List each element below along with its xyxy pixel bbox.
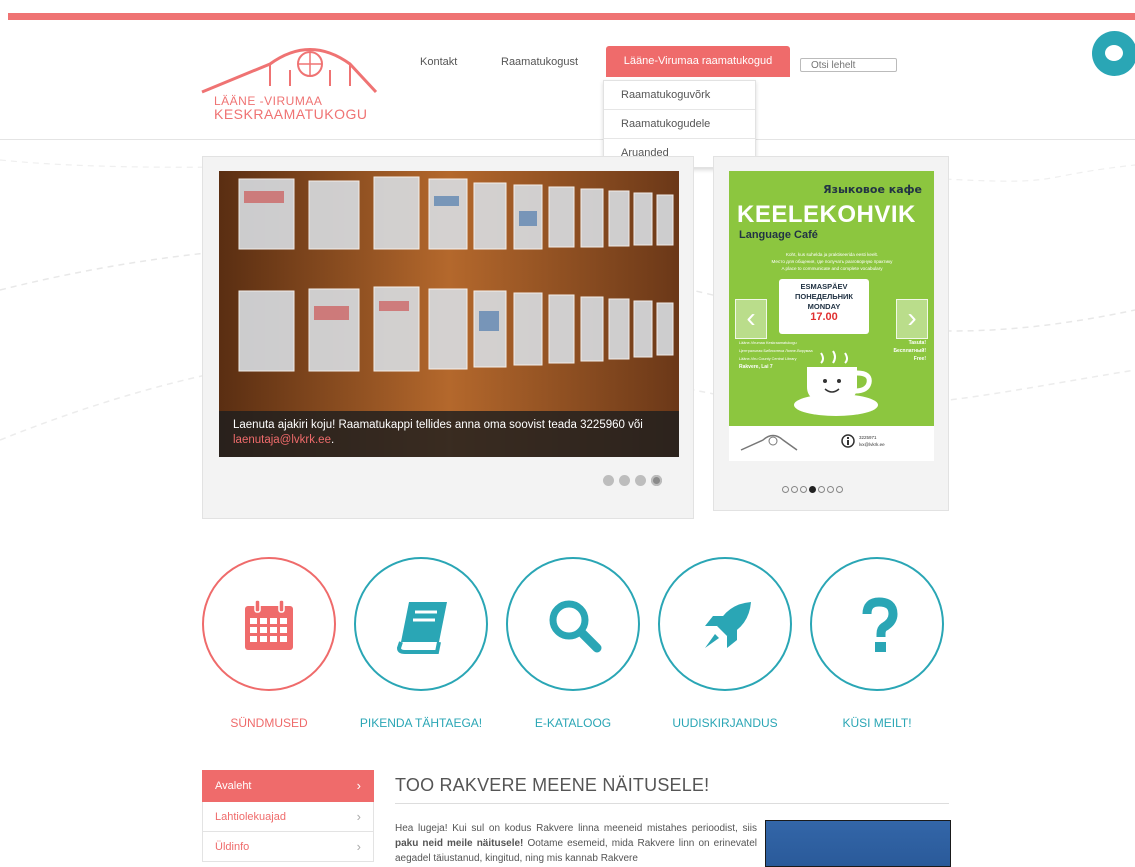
poster-time: 17.00: [810, 311, 838, 323]
slider-dot[interactable]: [818, 486, 825, 493]
label-ekataloog[interactable]: E-KATALOOG: [493, 716, 653, 730]
sidemenu-label: Üldinfo: [215, 841, 250, 853]
caption-text: Laenuta ajakiri koju! Raamatukappi telli…: [233, 419, 643, 431]
header-divider: [0, 139, 1135, 140]
slider-dot[interactable]: [603, 475, 614, 486]
poster-logo-icon: [740, 434, 798, 451]
sidemenu-label: Lahtiolekuajad: [215, 811, 286, 823]
poster-footer: 3225971 lvx@lvkrk.ee: [729, 426, 934, 461]
poster-line1: Koht, kus suhelda ja praktiseerida eesti…: [785, 252, 879, 257]
circle-kusi-meilt[interactable]: [810, 557, 944, 691]
slider-dot[interactable]: [836, 486, 843, 493]
search-icon: [549, 600, 602, 653]
info-icon: [841, 434, 855, 448]
poster-left1: Lääne-Virumaa Keskraamatukogu: [739, 341, 797, 345]
slide-caption: Laenuta ajakiri koju! Raamatukappi telli…: [219, 411, 679, 457]
nav-laane-virumaa-raamatukogud[interactable]: Lääne-Virumaa raamatukogud: [606, 46, 790, 77]
rocket-icon: [705, 602, 751, 648]
article-divider: [395, 803, 949, 804]
poster-title: KEELEKOHVIK: [737, 201, 916, 228]
circle-pikenda[interactable]: [354, 557, 488, 691]
poster-free1: Tasuta!: [908, 340, 926, 346]
circle-sundmused[interactable]: [202, 557, 336, 691]
main-slider-pagination: [603, 473, 667, 491]
library-logo[interactable]: LÄÄNE -VIRUMAA KESKRAAMATUKOGU: [200, 40, 380, 122]
dropdown-item-raamatukogudele[interactable]: Raamatukogudele: [604, 110, 755, 139]
magazine-shelf-image[interactable]: Laenuta ajakiri koju! Raamatukappi telli…: [219, 171, 679, 457]
poster-email: lvx@lvkrk.ee: [859, 442, 885, 447]
book-icon: [396, 602, 447, 654]
sidemenu-label: Avaleht: [215, 780, 252, 792]
nav-kontakt[interactable]: Kontakt: [420, 56, 457, 68]
main-image-slider: Laenuta ajakiri koju! Raamatukappi telli…: [202, 156, 694, 519]
caption-email-link[interactable]: laenutaja@lvkrk.ee: [233, 434, 331, 446]
poster-free-info: Tasuta! Бесплатный! Free!: [893, 339, 926, 363]
chevron-right-icon: ›: [356, 839, 361, 854]
slider-dot[interactable]: [791, 486, 798, 493]
slider-dot-active[interactable]: [809, 486, 816, 493]
circle-uudiskirjandus[interactable]: [658, 557, 792, 691]
article-text-1: Hea lugeja! Kui sul on kodus Rakvere lin…: [395, 823, 757, 834]
poster-ru-title: Языковое кафе: [823, 183, 922, 196]
circle-ekataloog[interactable]: [506, 557, 640, 691]
question-mark-icon: [862, 597, 898, 652]
search-input[interactable]: [800, 58, 897, 72]
nav-dropdown-menu: Raamatukoguvõrk Raamatukogudele Aruanded: [603, 80, 756, 168]
slider-next-arrow[interactable]: ›: [896, 299, 928, 339]
slider-dot[interactable]: [800, 486, 807, 493]
label-kusi-meilt[interactable]: KÜSI MEILT!: [797, 716, 957, 730]
label-sundmused[interactable]: SÜNDMUSED: [189, 716, 349, 730]
article-body: Hea lugeja! Kui sul on kodus Rakvere lin…: [395, 821, 757, 866]
label-pikenda[interactable]: PIKENDA TÄHTAEGA!: [341, 716, 501, 730]
poster-slider: Языковое кафе KEELEKOHVIK Language Café …: [713, 156, 949, 511]
side-menu: Avaleht › Lahtiolekuajad › Üldinfo ›: [202, 770, 374, 862]
poster-line3: A place to communicate and complete voca…: [781, 266, 883, 271]
calendar-icon: [245, 599, 293, 650]
poster-day-et: ESMASPÄEV: [800, 282, 848, 291]
slider-dot[interactable]: [619, 475, 630, 486]
slider-dot-active[interactable]: [651, 475, 662, 486]
poster-day-ru: ПОНЕДЕЛЬНИК: [794, 292, 854, 301]
coffee-cup-icon: [794, 350, 878, 416]
label-uudiskirjandus[interactable]: UUDISKIRJANDUS: [645, 716, 805, 730]
poster-free2: Бесплатный!: [893, 348, 926, 354]
slider-prev-arrow[interactable]: ‹: [735, 299, 767, 339]
article-bold-text: paku neid meile näitusele!: [395, 838, 524, 849]
top-accent-bar: [8, 13, 1135, 20]
sidemenu-item-uldinfo[interactable]: Üldinfo ›: [202, 832, 374, 862]
library-roof-icon: [201, 48, 378, 94]
nav-raamatukogust[interactable]: Raamatukogust: [501, 56, 578, 68]
chevron-right-icon: ›: [356, 809, 361, 824]
slider-dot[interactable]: [635, 475, 646, 486]
poster-schedule-sign: ESMASPÄEV ПОНЕДЕЛЬНИК MONDAY 17.00: [779, 279, 869, 334]
dropdown-item-raamatukoguvork[interactable]: Raamatukoguvõrk: [604, 81, 755, 110]
poster-free3: Free!: [913, 356, 926, 362]
slider-dot[interactable]: [782, 486, 789, 493]
poster-line2: Место для общения, где получать разговор…: [771, 259, 893, 264]
article-image[interactable]: [765, 820, 951, 867]
chat-bubble-icon: [1105, 45, 1123, 61]
poster-phone: 3225971: [859, 435, 877, 440]
chat-button[interactable]: [1092, 31, 1135, 76]
poster-subtitle: Language Café: [739, 229, 818, 241]
logo-text-line2: KESKRAAMATUKOGU: [214, 106, 368, 122]
caption-end: .: [330, 434, 335, 446]
chevron-right-icon: ›: [356, 778, 361, 793]
slider-dot[interactable]: [827, 486, 834, 493]
sidemenu-item-avaleht[interactable]: Avaleht ›: [202, 770, 374, 802]
poster-slider-pagination: [782, 480, 845, 498]
article-title: TOO RAKVERE MEENE NÄITUSELE!: [395, 775, 710, 795]
poster-contact: 3225971 lvx@lvkrk.ee: [859, 434, 885, 448]
sidemenu-item-lahtiolekuajad[interactable]: Lahtiolekuajad ›: [202, 802, 374, 832]
